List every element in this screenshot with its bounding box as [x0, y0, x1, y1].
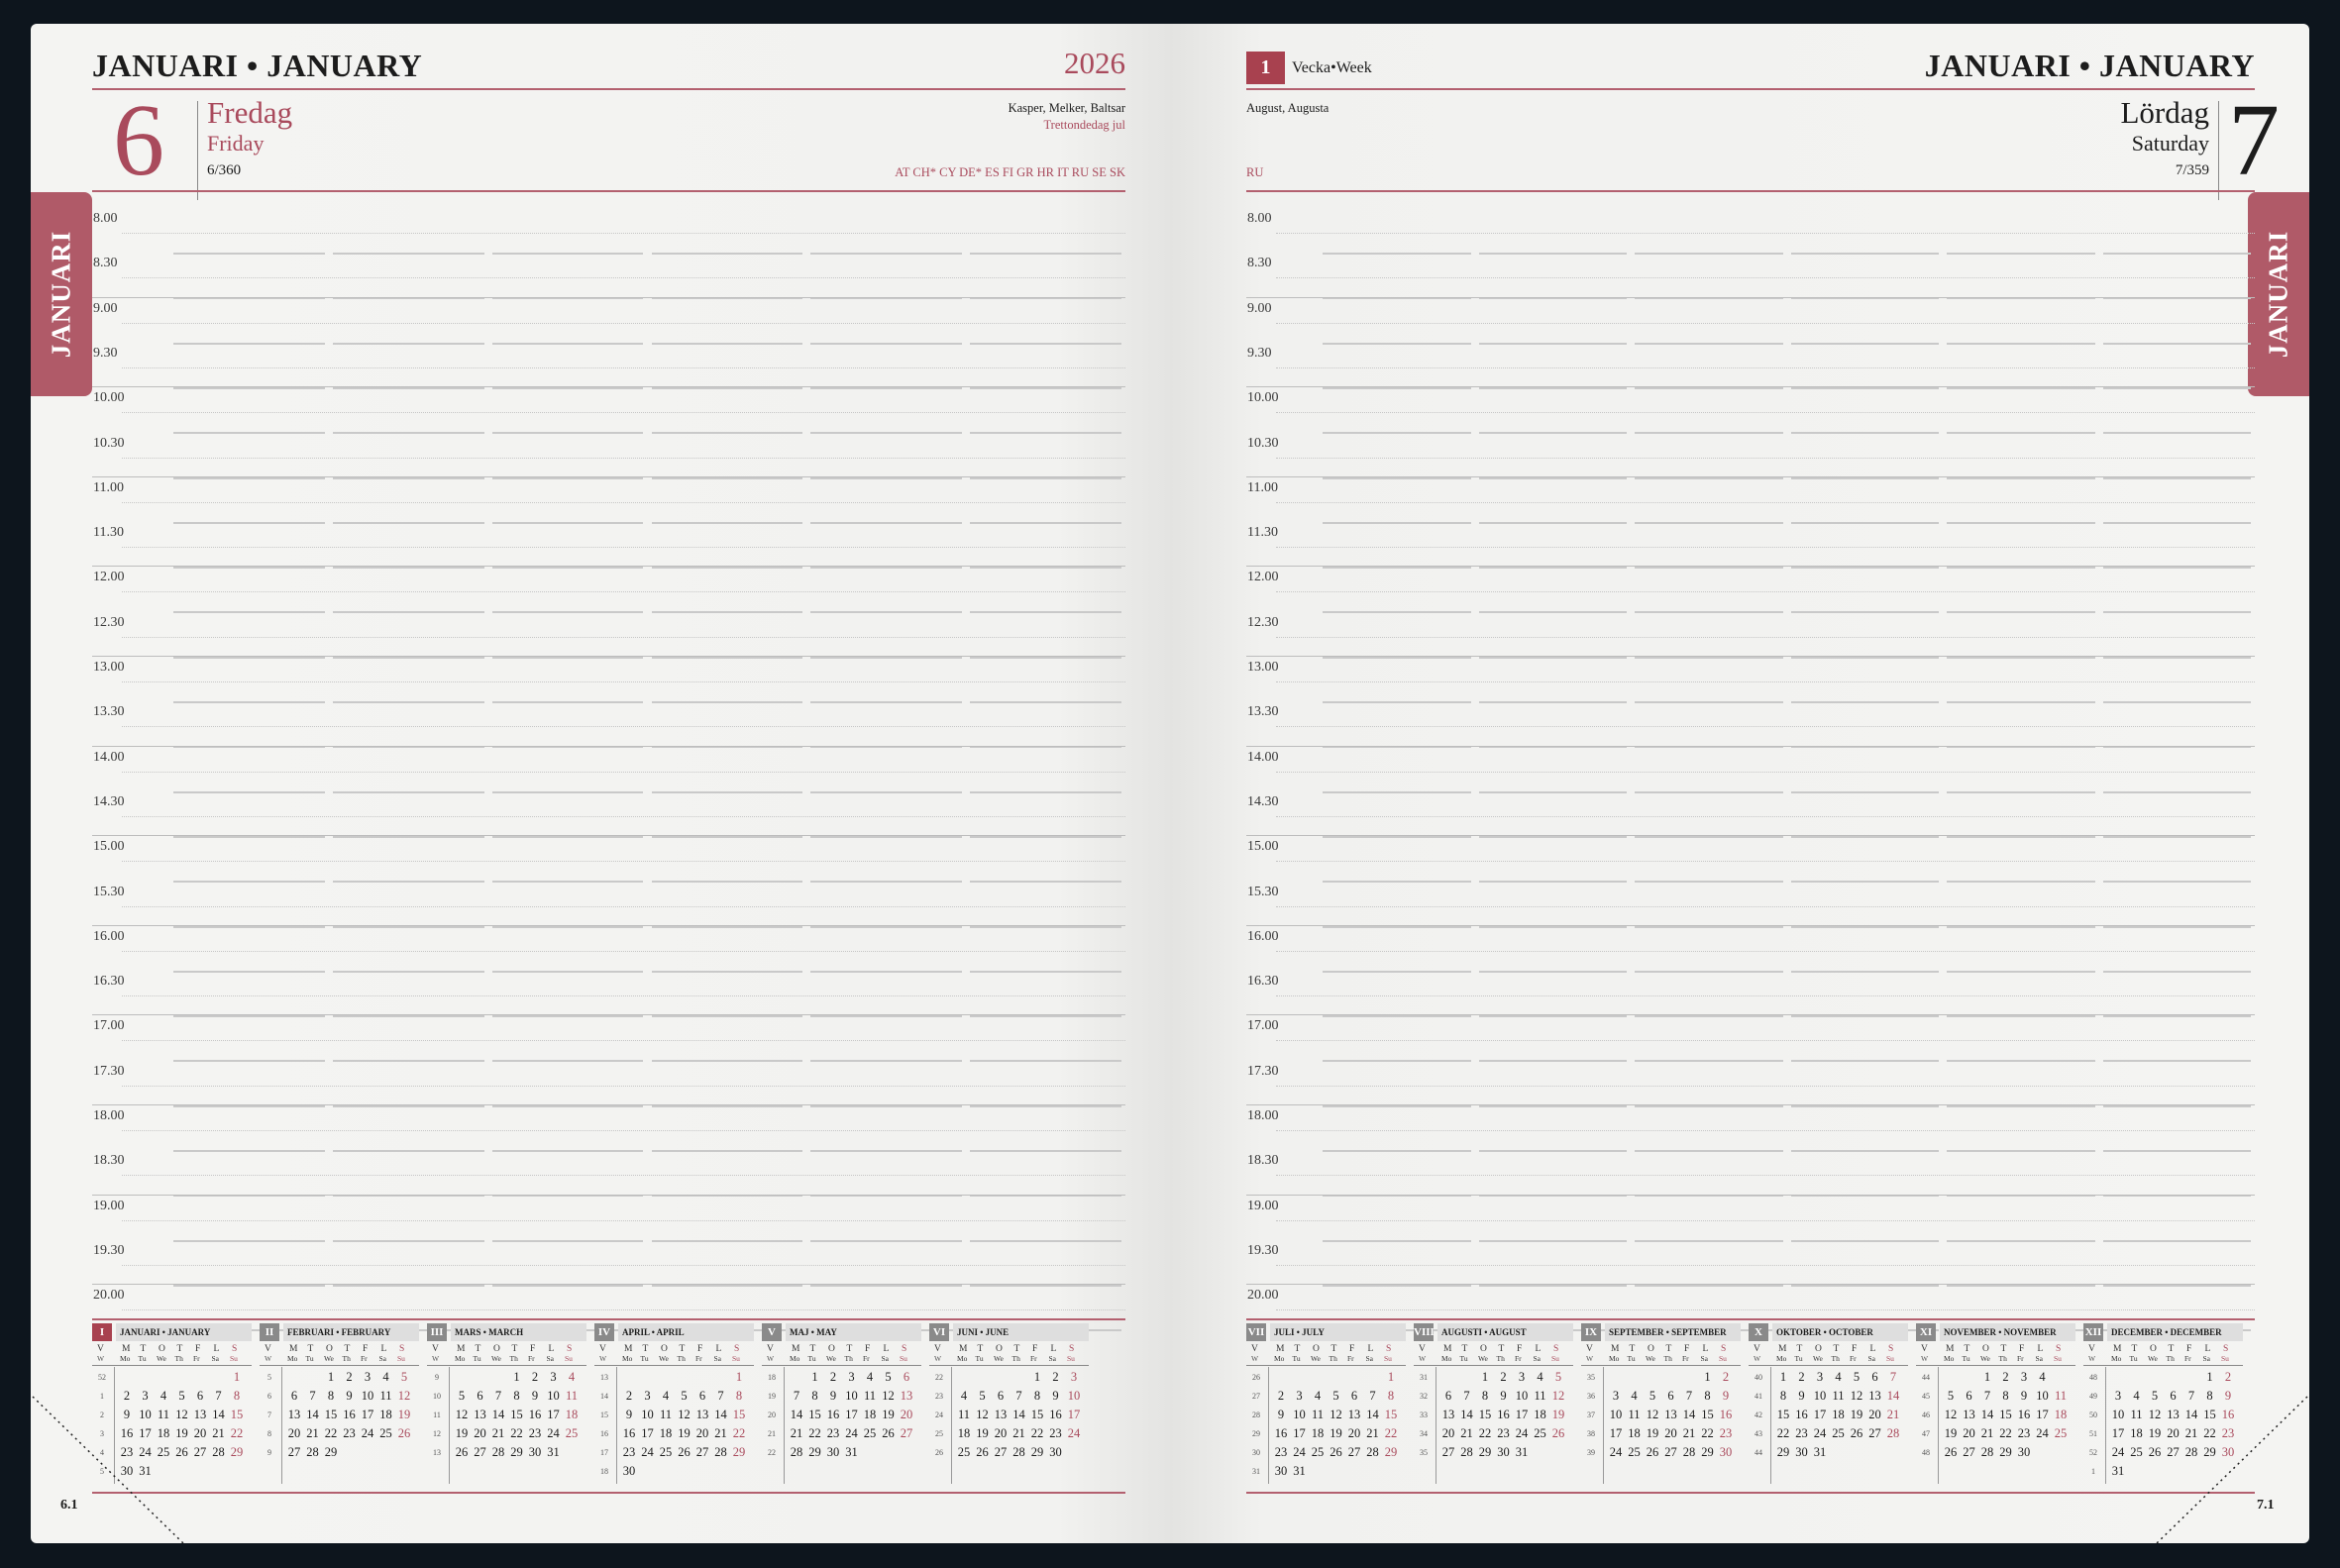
left-corner-line	[32, 1396, 184, 1544]
corner-fold-lines	[32, 1396, 2308, 1544]
right-corner-line	[2156, 1396, 2308, 1544]
